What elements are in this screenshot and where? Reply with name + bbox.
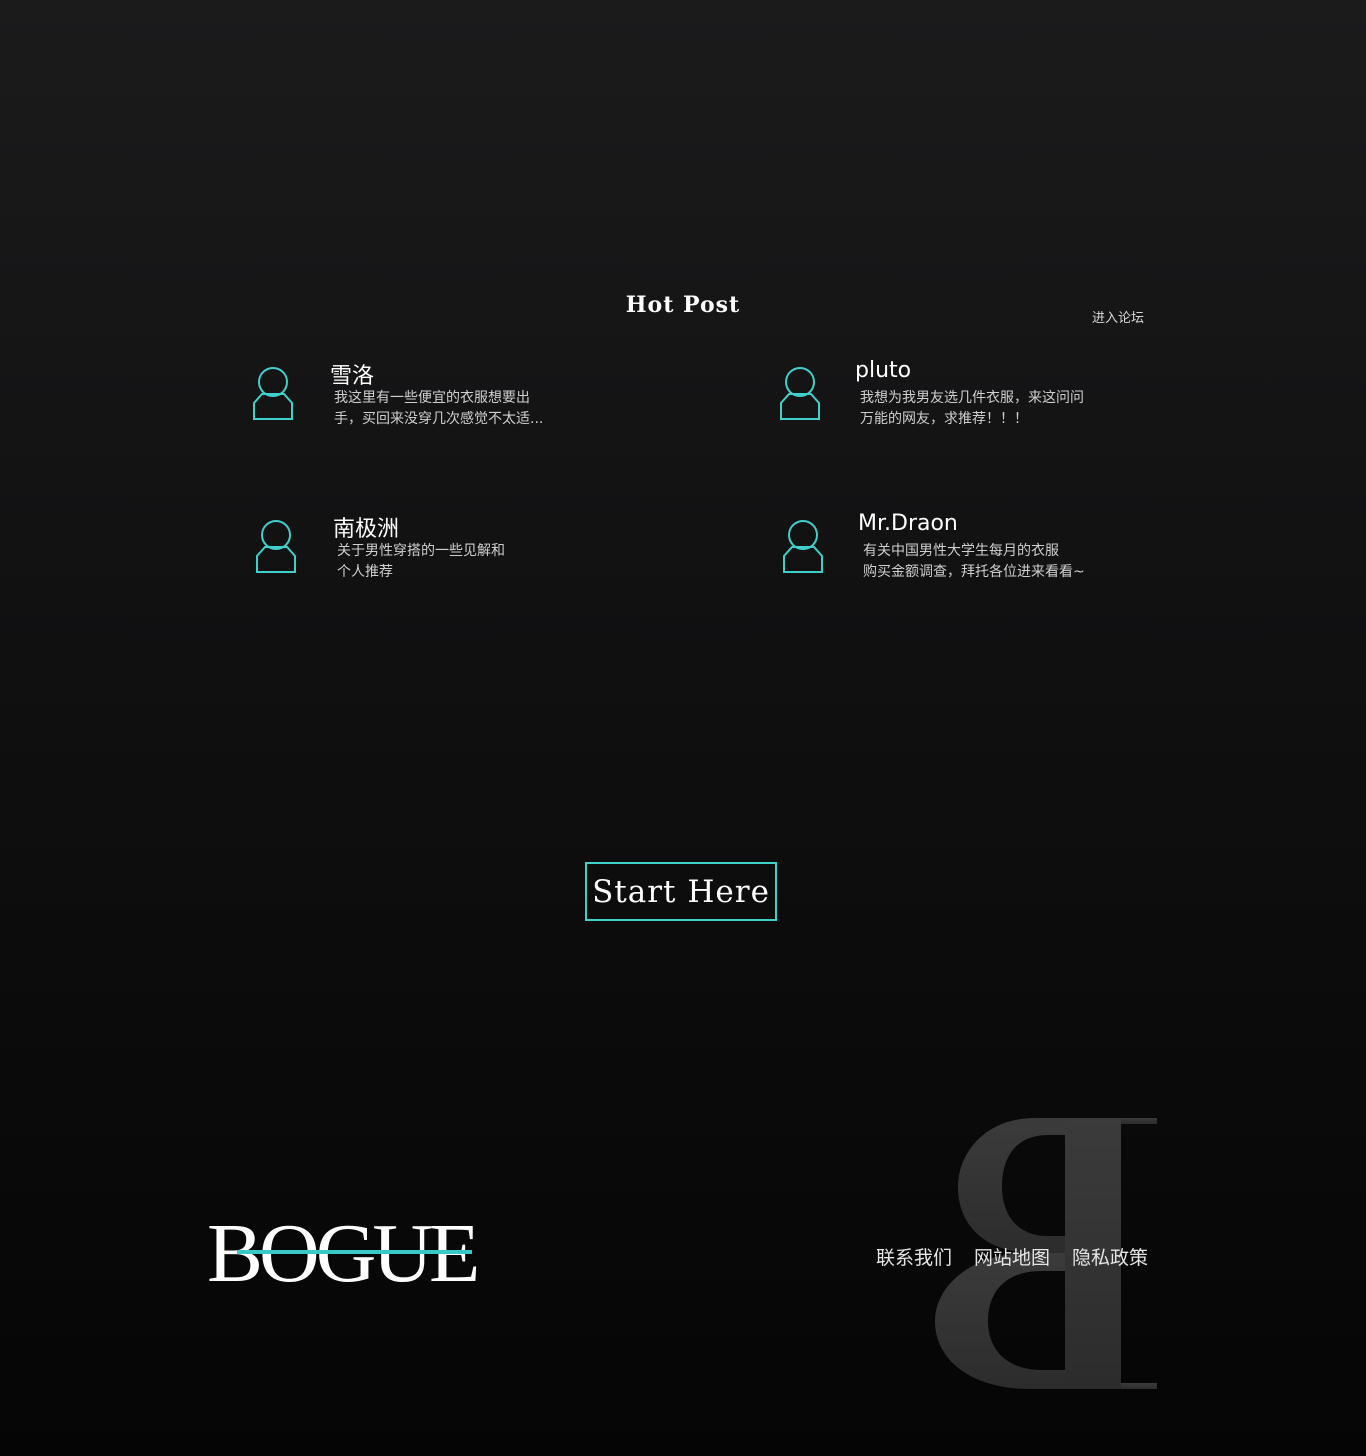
footer-link-sitemap[interactable]: 网站地图 [974, 1243, 1050, 1270]
post-card-2[interactable]: pluto 我想为我男友选几件衣服，来这问问 万能的网友，求推荐！！！ [779, 358, 1199, 448]
user-icon [783, 520, 823, 573]
post-card-3[interactable]: 南极洲 关于男性穿搭的一些见解和 个人推荐 [255, 511, 675, 601]
post-author: 雪洛 [330, 364, 375, 389]
post-excerpt-line: 手，买回来没穿几次感觉不太适... [334, 411, 544, 427]
post-excerpt-line: 个人推荐 [337, 564, 393, 580]
post-author: 南极洲 [333, 517, 400, 542]
post-excerpt-line: 关于男性穿搭的一些见解和 [337, 543, 505, 559]
hot-post-title: Hot Post [625, 292, 741, 318]
logo-text: BOGUE [207, 1207, 480, 1300]
user-icon [780, 367, 820, 420]
post-excerpt: 我这里有一些便宜的衣服想要出 手，买回来没穿几次感觉不太适... [334, 388, 634, 430]
post-excerpt: 关于男性穿搭的一些见解和 个人推荐 [337, 541, 637, 583]
post-author: pluto [855, 358, 912, 383]
user-icon [256, 520, 296, 573]
post-card-1[interactable]: 雪洛 我这里有一些便宜的衣服想要出 手，买回来没穿几次感觉不太适... [252, 358, 672, 448]
post-excerpt: 我想为我男友选几件衣服，来这问问 万能的网友，求推荐！！！ [860, 388, 1160, 430]
post-author: Mr.Draon [858, 511, 958, 536]
post-excerpt-line: 购买金额调查，拜托各位进来看看~ [863, 564, 1085, 580]
enter-forum-link[interactable]: 进入论坛 [1092, 307, 1144, 326]
footer-links: 联系我们 网站地图 隐私政策 [876, 1243, 1148, 1270]
post-excerpt-line: 万能的网友，求推荐！！！ [860, 411, 1028, 427]
footer-link-contact-us[interactable]: 联系我们 [876, 1243, 952, 1270]
start-here-button[interactable]: Start Here [585, 862, 777, 921]
post-excerpt: 有关中国男性大学生每月的衣服 购买金额调查，拜托各位进来看看~ [863, 541, 1163, 583]
post-card-4[interactable]: Mr.Draon 有关中国男性大学生每月的衣服 购买金额调查，拜托各位进来看看~ [782, 511, 1202, 601]
post-excerpt-line: 我想为我男友选几件衣服，来这问问 [860, 390, 1084, 406]
bogue-logo[interactable]: BOGUE [207, 1212, 497, 1296]
logo-strike-line [237, 1250, 472, 1254]
post-excerpt-line: 我这里有一些便宜的衣服想要出 [334, 390, 530, 406]
footer-link-privacy-policy[interactable]: 隐私政策 [1072, 1243, 1148, 1270]
user-icon [253, 367, 293, 420]
post-excerpt-line: 有关中国男性大学生每月的衣服 [863, 543, 1059, 559]
